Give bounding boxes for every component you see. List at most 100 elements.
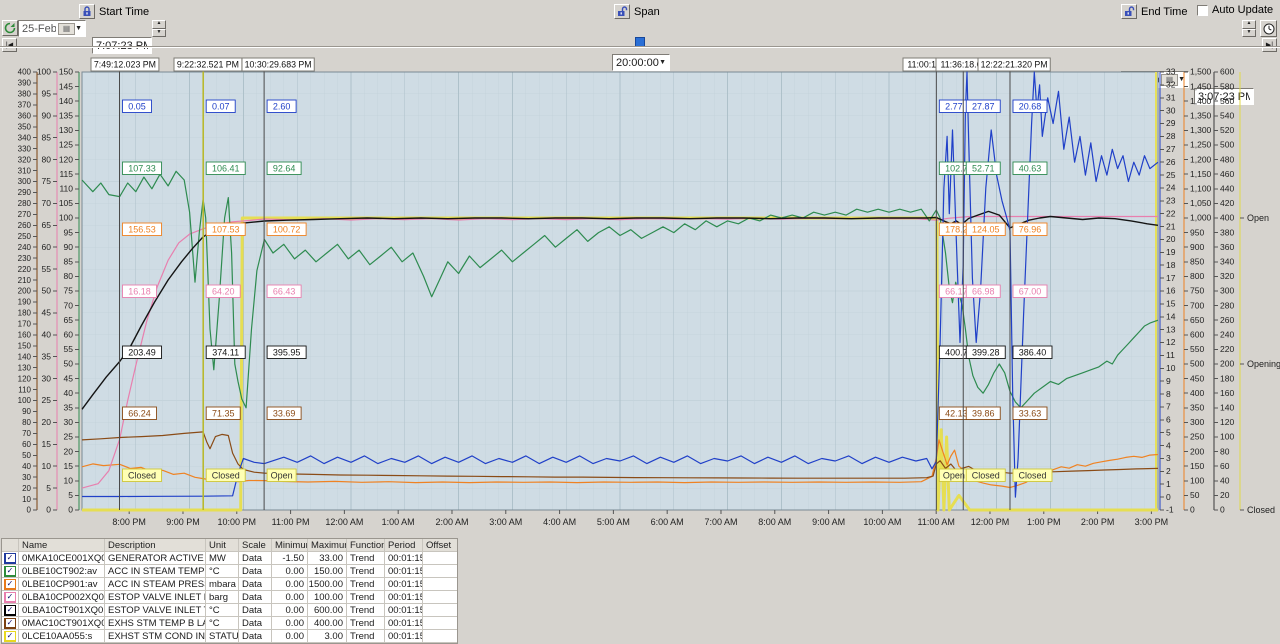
svg-text:71.35: 71.35 (212, 408, 235, 418)
svg-text:1,150: 1,150 (1190, 169, 1212, 179)
table-row[interactable]: ✓ 0LBE10CT902:av ACC IN STEAM TEMP °C Data 0.… (2, 565, 457, 578)
svg-text:1,050: 1,050 (1190, 198, 1212, 208)
tag-unit: °C (206, 565, 239, 577)
start-time-spinner[interactable]: ▲ ▼ (152, 20, 166, 37)
axis-33-gen-power: -101234567891011121314151617181920212223… (1159, 67, 1176, 515)
svg-text:16.18: 16.18 (128, 286, 151, 296)
tag-visibility-checkbox[interactable]: ✓ (4, 578, 16, 590)
svg-text:106.41: 106.41 (212, 163, 240, 173)
column-header-offset[interactable]: Offset (423, 539, 456, 551)
lock-closed-icon (83, 6, 91, 16)
tag-scale: Data (239, 591, 272, 603)
tag-name: 0MKA10CE001XQ01:av (19, 552, 105, 564)
svg-text:5: 5 (68, 490, 73, 500)
refresh-button[interactable] (2, 20, 18, 36)
svg-text:0: 0 (1166, 492, 1171, 502)
column-header-function[interactable]: Function (347, 539, 385, 551)
svg-text:1,300: 1,300 (1190, 125, 1212, 135)
column-header-description[interactable]: Description (105, 539, 206, 551)
table-row[interactable]: ✓ 0LCE10AA055:sEXHST STM COND INJ V/VSTAT… (2, 630, 457, 643)
table-row[interactable]: ✓ 0LBA10CT901XQ01:avESTOP VALVE INLET TEM… (2, 604, 457, 617)
calendar-icon[interactable]: ▦ (58, 22, 76, 35)
svg-text:31: 31 (1166, 92, 1176, 102)
svg-text:40: 40 (22, 462, 31, 471)
end-time-lock-button[interactable] (1121, 4, 1137, 19)
table-row[interactable]: ✓ 0MAC10CT901XQ01:avEXHS STM TEMP B LAST … (2, 617, 457, 630)
tag-visibility-checkbox[interactable]: ✓ (4, 604, 16, 616)
svg-text:Closed: Closed (1018, 470, 1046, 480)
svg-text:66.98: 66.98 (972, 286, 995, 296)
svg-text:18: 18 (1166, 260, 1176, 270)
auto-update-checkbox[interactable] (1197, 4, 1208, 16)
svg-text:190: 190 (18, 298, 32, 307)
svg-text:5: 5 (1166, 427, 1171, 437)
svg-text:160: 160 (18, 331, 32, 340)
svg-text:100: 100 (18, 396, 32, 405)
svg-text:66.24: 66.24 (128, 408, 151, 418)
value-callout: 39.86 (965, 406, 1001, 420)
column-header-minimun[interactable]: Minimun (272, 539, 308, 551)
svg-text:310: 310 (18, 166, 32, 175)
svg-text:11: 11 (1166, 350, 1175, 360)
clock-button[interactable] (1260, 20, 1277, 37)
svg-text:0: 0 (1220, 505, 1225, 515)
svg-text:150: 150 (59, 67, 73, 77)
column-header-name[interactable]: Name (19, 539, 105, 551)
lock-open-icon (1124, 6, 1134, 16)
column-header-scale[interactable]: Scale (239, 539, 272, 551)
table-row[interactable]: ✓ 0MKA10CE001XQ01:avGENERATOR ACTIVE POWE… (2, 552, 457, 565)
svg-text:260: 260 (1220, 315, 1234, 325)
start-date-field[interactable]: 25-Feb-19 ▦ ▼ (18, 20, 86, 37)
svg-text:200: 200 (18, 287, 32, 296)
end-time-spinner[interactable]: ▲ ▼ (1242, 20, 1256, 37)
tag-scale: Data (239, 552, 272, 564)
tag-visibility-checkbox[interactable]: ✓ (4, 552, 16, 564)
tag-period: 00:01:15 (385, 617, 423, 629)
column-header-period[interactable]: Period (385, 539, 423, 551)
svg-text:100: 100 (1190, 476, 1204, 486)
svg-text:600: 600 (1190, 330, 1204, 340)
table-row[interactable]: ✓ 0LBE10CP901:av ACC IN STEAM PRESS mbara Da… (2, 578, 457, 591)
tag-period: 00:01:15 (385, 591, 423, 603)
svg-text:26: 26 (1166, 157, 1176, 167)
x-axis-labels: 8:00 PM 9:00 PM 10:00 PM 11:00 PM 12:00 AM 1:… (112, 510, 1168, 527)
tag-visibility-checkbox[interactable]: ✓ (4, 630, 16, 642)
column-header-unit[interactable]: Unit (206, 539, 239, 551)
svg-text:280: 280 (18, 199, 32, 208)
svg-text:220: 220 (18, 265, 32, 274)
tag-period: 00:01:15 (385, 552, 423, 564)
column-header-maximum[interactable]: Maximum (308, 539, 347, 551)
svg-text:170: 170 (18, 320, 32, 329)
trend-chart[interactable]: 0102030405060708090100110120130140150160… (0, 48, 1280, 532)
tag-visibility-checkbox[interactable]: ✓ (4, 591, 16, 603)
auto-update-label: Auto Update (1212, 4, 1274, 16)
svg-text:6: 6 (1166, 415, 1171, 425)
svg-text:50: 50 (42, 286, 52, 296)
svg-text:39.86: 39.86 (972, 408, 995, 418)
table-row[interactable]: ✓ 0LBA10CP002XQ01:avESTOP VALVE INLET PRE… (2, 591, 457, 604)
svg-text:203.49: 203.49 (128, 347, 156, 357)
tag-function: Trend (347, 552, 385, 564)
span-lock-button[interactable] (614, 4, 630, 19)
svg-text:1,350: 1,350 (1190, 111, 1212, 121)
svg-text:1,250: 1,250 (1190, 140, 1212, 150)
start-time-lock-button[interactable] (79, 4, 95, 19)
tag-visibility-checkbox[interactable]: ✓ (4, 565, 16, 577)
svg-text:4: 4 (1166, 440, 1171, 450)
svg-text:70: 70 (42, 198, 52, 208)
value-callout: 66.24 (122, 406, 157, 420)
svg-text:10: 10 (42, 461, 52, 471)
value-callout: 395.95 (266, 345, 307, 359)
svg-text:45: 45 (42, 308, 52, 318)
lock-open-icon (617, 6, 627, 16)
tag-color-cell: ✓ (2, 591, 19, 603)
svg-text:240: 240 (18, 243, 32, 252)
svg-text:130: 130 (18, 363, 32, 372)
axis-1500-acc-press: 0 50 100 150 200 250 300 350 400 450 500 550 600 650 7… (1183, 67, 1212, 515)
chevron-down-icon[interactable]: ▼ (75, 25, 82, 32)
tag-description: ESTOP VALVE INLET PRESS (105, 591, 206, 603)
tag-scale: Data (239, 565, 272, 577)
svg-text:32: 32 (1166, 80, 1176, 90)
tag-visibility-checkbox[interactable]: ✓ (4, 617, 16, 629)
svg-text:10:30:29.683 PM: 10:30:29.683 PM (245, 60, 312, 70)
